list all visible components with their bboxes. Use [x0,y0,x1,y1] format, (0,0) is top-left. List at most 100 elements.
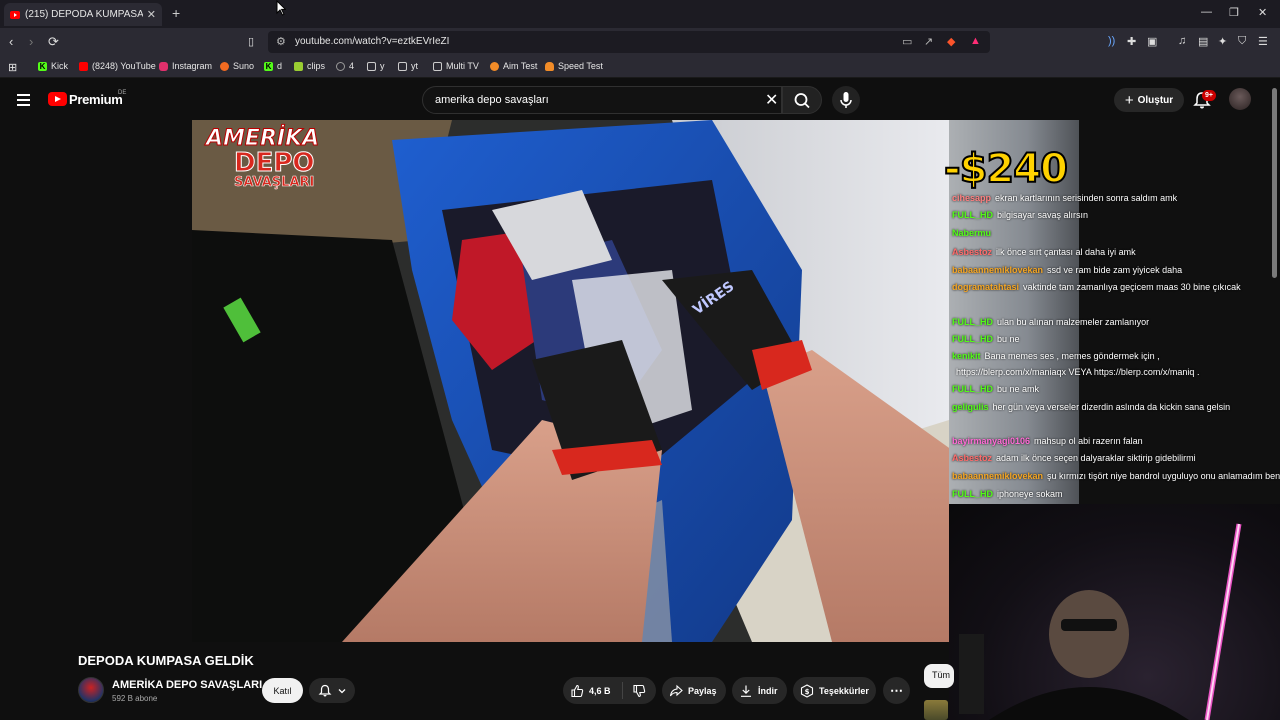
chat-username[interactable]: FULL_HD [952,489,993,499]
window-close-icon[interactable]: ✕ [1258,6,1267,19]
chat-username[interactable]: dogramatahtasi [952,282,1019,292]
chat-username[interactable]: FULL_HD [952,317,993,327]
dislike-button[interactable] [623,684,646,698]
search-button[interactable] [782,86,822,114]
channel-avatar[interactable] [78,677,104,703]
cast-icon[interactable]: ▭ [902,35,912,48]
vpn-icon[interactable]: ⛉ [1238,35,1246,48]
thumbs-down-icon [633,684,646,697]
join-button[interactable]: Katıl [262,678,303,703]
share-label: Paylaş [688,685,717,696]
chat-username[interactable]: kenikit [952,351,981,361]
address-bar-url: youtube.com/watch?v=eztkEVrIeZI [295,36,450,47]
notification-badge: 9+ [1202,90,1216,101]
leo-ai-icon[interactable]: ✦ [1218,35,1227,48]
reload-icon[interactable]: ⟳ [48,34,59,50]
brave-shield-icon[interactable]: ◆ [947,35,955,48]
bookmark-folder-yt[interactable]: yt [398,61,418,71]
bookmark-speedtest[interactable]: Speed Test [545,61,603,71]
bookmark-youtube[interactable]: (8248) YouTube [79,61,156,71]
apps-grid-icon[interactable]: ⊞ [8,61,17,74]
guide-menu-icon[interactable] [17,94,30,109]
bookmark-aimtest[interactable]: Aim Test [490,61,537,71]
brave-rewards-icon[interactable]: ▲ [970,35,981,47]
price-overlay: -$240 [943,145,1069,193]
bookmark-folder-y[interactable]: y [367,61,385,71]
sidebar-icon[interactable]: ▤ [1198,35,1208,48]
chat-username[interactable]: geligulis [952,402,989,412]
chat-username[interactable]: FULL_HD [952,384,993,394]
folder-icon [367,61,376,71]
chat-username[interactable]: babaannemiklovekan [952,471,1043,481]
chat-text: şu kırmızı tişört niye bandrol uyguluyo … [1047,471,1280,481]
speaker-icon[interactable]: )) [1108,35,1115,47]
extensions-icon[interactable]: ✚ [1127,35,1136,48]
chat-username[interactable]: Asbestoz [952,453,992,463]
share-page-icon[interactable]: ↗ [924,35,933,48]
bookmark-instagram[interactable]: Instagram [159,61,212,71]
new-tab-plus-icon[interactable]: + [172,5,180,21]
bookmark-d[interactable]: Kd [264,61,282,71]
maximize-icon[interactable]: ❐ [1229,6,1239,19]
more-actions-button[interactable]: ⋯ [883,677,910,704]
search-input[interactable]: amerika depo savaşları ✕ [422,86,782,114]
chat-username[interactable]: cihesapp [952,193,991,203]
chat-username[interactable]: Asbestoz [952,247,992,257]
youtube-favicon-icon [10,10,20,19]
chat-message: bayirmanyagi0106 mahsup ol abi razerın fa… [952,436,1143,446]
instagram-icon [159,61,168,71]
bookmark-multitv[interactable]: Multi TV [433,61,479,71]
voice-search-button[interactable] [832,86,860,114]
chat-message: FULL_HD bu ne [952,334,1020,344]
channel-name[interactable]: AMERİKA DEPO SAVAŞLARI [112,679,262,691]
site-settings-icon[interactable]: ⚙ [276,35,286,48]
back-arrow-icon[interactable]: ‹ [9,34,13,49]
globe-icon [336,61,345,71]
bookmark-page-icon[interactable]: ▯ [248,35,254,48]
region-code: DE [118,90,127,96]
youtube-logo-icon[interactable] [48,92,67,106]
chat-username[interactable]: FULL_HD [952,210,993,220]
thanks-button[interactable]: $ Teşekkürler [793,677,876,704]
thanks-label: Teşekkürler [819,685,869,696]
chat-message: babaannemiklovekan ssd ve ram bide zam yi… [952,265,1182,275]
chip-all[interactable]: Tüm [924,664,954,688]
menu-icon[interactable]: ☰ [1258,35,1268,48]
chat-username[interactable]: FULL_HD [952,334,993,344]
subscribed-notifications-button[interactable] [309,678,355,703]
chat-text: ilk önce sırt çantası al daha iyi amk [996,247,1136,257]
tab-close-icon[interactable]: ✕ [147,8,156,21]
forward-arrow-icon[interactable]: › [29,34,33,49]
browser-tab-active[interactable]: (215) DEPODA KUMPASA GELDİK ✕ [4,3,162,26]
chat-text: ulan bu alınan malzemeler zamlanıyor [997,317,1150,327]
youtube-premium-label[interactable]: Premium [69,92,123,107]
chat-message: Nabermu [952,228,995,238]
video-player[interactable]: VİRES AMERİKA DEPO SAVAŞLARI [192,120,949,642]
page-scrollbar[interactable] [1272,88,1277,278]
minimize-icon[interactable]: — [1201,6,1212,18]
chat-username[interactable]: babaannemiklovekan [952,265,1043,275]
chat-text: vaktinde tam zamanlıya geçicem maas 30 b… [1023,282,1241,292]
kick-icon: K [264,61,273,71]
chat-text: bilgisayar savaş alırsın [997,210,1089,220]
reader-icon[interactable]: ▣ [1147,35,1157,48]
bookmark-4[interactable]: 4 [336,61,354,71]
create-button[interactable]: + Oluştur [1114,88,1184,112]
chat-message: FULL_HD bu ne amk [952,384,1039,394]
chat-username[interactable]: bayirmanyagi0106 [952,436,1030,446]
clips-icon [294,61,303,71]
clear-search-icon[interactable]: ✕ [765,90,778,110]
account-avatar[interactable] [1229,88,1251,110]
overlay-title-line2: DEPO [233,148,315,178]
like-button[interactable]: 4,6 B [563,682,623,699]
share-button[interactable]: Paylaş [662,677,726,704]
related-video-thumbnail[interactable] [924,700,948,720]
music-icon[interactable]: ♫ [1178,35,1186,47]
bookmark-clips[interactable]: clips [294,61,325,71]
address-bar[interactable]: ⚙ youtube.com/watch?v=eztkEVrIeZI ▭ ↗ ◆ … [268,31,990,53]
download-button[interactable]: İndir [732,677,787,704]
bookmark-kick[interactable]: K Kick [38,61,68,71]
bookmark-suno[interactable]: Suno [220,61,254,71]
download-icon [741,685,751,697]
chat-username[interactable]: Nabermu [952,228,991,238]
